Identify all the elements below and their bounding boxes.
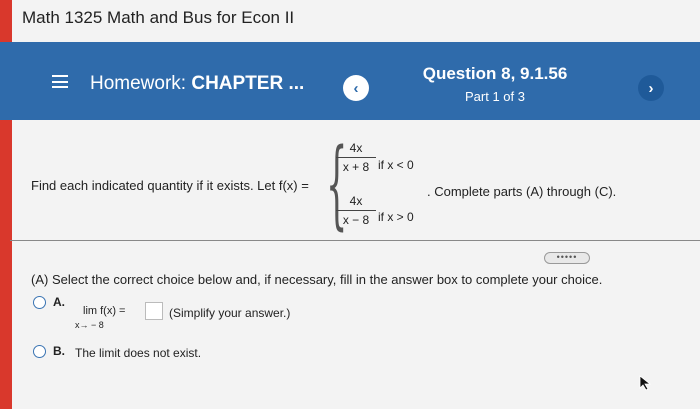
chevron-left-icon: ‹ xyxy=(353,79,359,97)
piece2-numerator: 4x xyxy=(336,194,376,211)
piece1-condition: if x < 0 xyxy=(378,158,414,172)
piece2-condition: if x > 0 xyxy=(378,210,414,224)
homework-name: CHAPTER ... xyxy=(191,73,305,94)
part-label: Part 1 of 3 xyxy=(465,89,525,104)
option-b[interactable]: B. xyxy=(33,344,65,358)
answer-input-box[interactable] xyxy=(145,302,163,320)
problem-tail: . Complete parts (A) through (C). xyxy=(427,184,617,199)
piece1-fraction: 4x x + 8 xyxy=(336,141,376,174)
homework-prefix: Homework: xyxy=(90,73,192,94)
mouse-cursor-icon xyxy=(639,375,652,391)
option-b-radio[interactable] xyxy=(33,344,46,358)
piece1-denominator: x + 8 xyxy=(342,160,370,174)
course-title: Math 1325 Math and Bus for Econ II xyxy=(22,8,295,27)
limit-expression: lim f(x) = xyxy=(83,305,126,317)
piece2-denominator: x − 8 xyxy=(342,213,370,227)
question-heading: Question 8, 9.1.56 Part 1 of 3 xyxy=(395,64,595,104)
limit-subscript: x→ − 8 xyxy=(75,320,104,330)
option-b-text: The limit does not exist. xyxy=(75,346,202,360)
piece1-numerator: 4x xyxy=(336,141,376,158)
problem-intro: Find each indicated quantity if it exist… xyxy=(31,178,309,193)
option-b-letter: B. xyxy=(53,344,65,358)
option-a[interactable]: A. xyxy=(33,295,65,309)
next-question-button[interactable]: › xyxy=(638,75,664,101)
question-title: Question 8, 9.1.56 xyxy=(422,64,568,83)
expand-dots-button[interactable]: ••••• xyxy=(544,252,590,264)
homework-title: Homework: CHAPTER ... xyxy=(90,73,304,95)
option-a-letter: A. xyxy=(53,295,65,309)
chevron-right-icon: › xyxy=(648,79,654,97)
part-a-instruction: (A) Select the correct choice below and,… xyxy=(31,272,603,287)
homework-header: Homework: CHAPTER ... ‹ Question 8, 9.1.… xyxy=(0,42,700,120)
option-a-radio[interactable] xyxy=(33,295,46,309)
menu-icon[interactable] xyxy=(52,75,68,88)
previous-question-button[interactable]: ‹ xyxy=(343,75,369,101)
section-divider xyxy=(10,240,700,241)
simplify-hint: (Simplify your answer.) xyxy=(169,306,291,320)
piece2-fraction: 4x x − 8 xyxy=(336,194,376,227)
